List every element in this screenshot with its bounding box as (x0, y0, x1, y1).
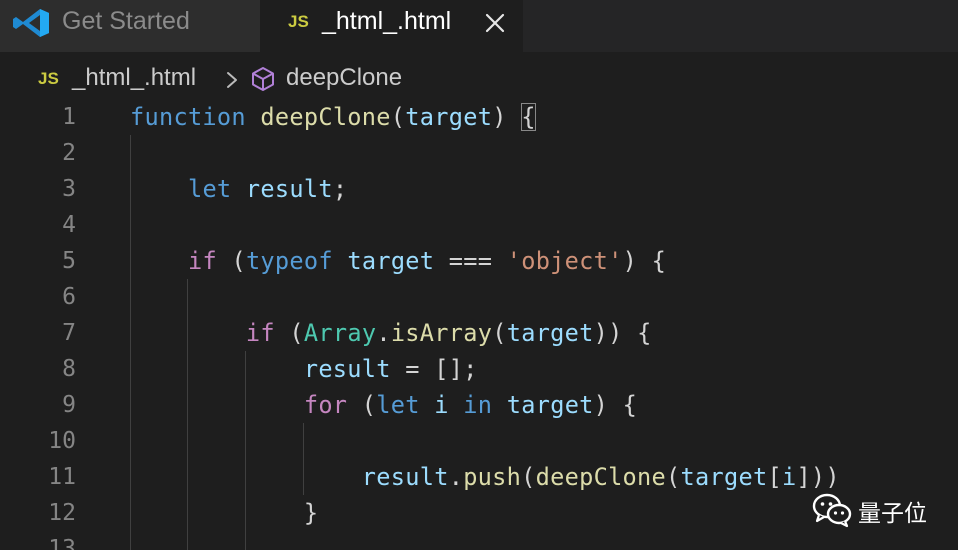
code-editor[interactable]: function deepClone(target) { let result;… (130, 99, 958, 550)
code-line-5: if (typeof target === 'object') { (187, 247, 667, 275)
chevron-right-icon (227, 72, 237, 88)
js-file-icon: JS (288, 12, 309, 31)
line-number: 4 (62, 212, 76, 238)
code-line-7: if (Array.isArray(target)) { (245, 319, 652, 347)
tab-bar: Get Started JS _html_.html (0, 0, 958, 52)
line-number: 11 (48, 464, 76, 490)
tab-label: _html_.html (322, 7, 452, 35)
cube-icon (252, 67, 274, 91)
close-icon[interactable] (484, 12, 506, 34)
line-number: 9 (62, 392, 76, 418)
line-number: 6 (62, 284, 76, 310)
line-number: 13 (48, 536, 76, 550)
line-number: 3 (62, 176, 76, 202)
line-number: 12 (48, 500, 76, 526)
code-line-1: function deepClone(target) { (130, 103, 536, 131)
breadcrumb-file[interactable]: _html_.html (72, 64, 196, 92)
matched-bracket: { (521, 103, 536, 131)
line-number: 10 (48, 428, 76, 454)
code-line-8: result = []; (303, 355, 478, 383)
tab-get-started[interactable]: Get Started (0, 0, 260, 52)
code-line-11: result.push(deepClone(target[i])) (361, 463, 840, 491)
watermark-text: 量子位 (858, 501, 927, 527)
breadcrumb-symbol[interactable]: deepClone (286, 64, 402, 92)
vscode-logo-icon (13, 9, 49, 37)
line-number: 1 (62, 104, 76, 130)
wechat-icon (812, 493, 852, 528)
line-number: 8 (62, 356, 76, 382)
code-line-3: let result; (187, 175, 348, 203)
code-line-12: } (303, 499, 319, 527)
tab-html-file[interactable]: JS _html_.html (260, 0, 523, 52)
js-file-icon: JS (38, 69, 59, 88)
breadcrumb: JS _html_.html deepClone (0, 52, 958, 98)
line-number: 5 (62, 248, 76, 274)
line-number: 2 (62, 140, 76, 166)
code-line-9: for (let i in target) { (303, 391, 638, 419)
tab-label: Get Started (62, 7, 190, 35)
line-number: 7 (62, 320, 76, 346)
